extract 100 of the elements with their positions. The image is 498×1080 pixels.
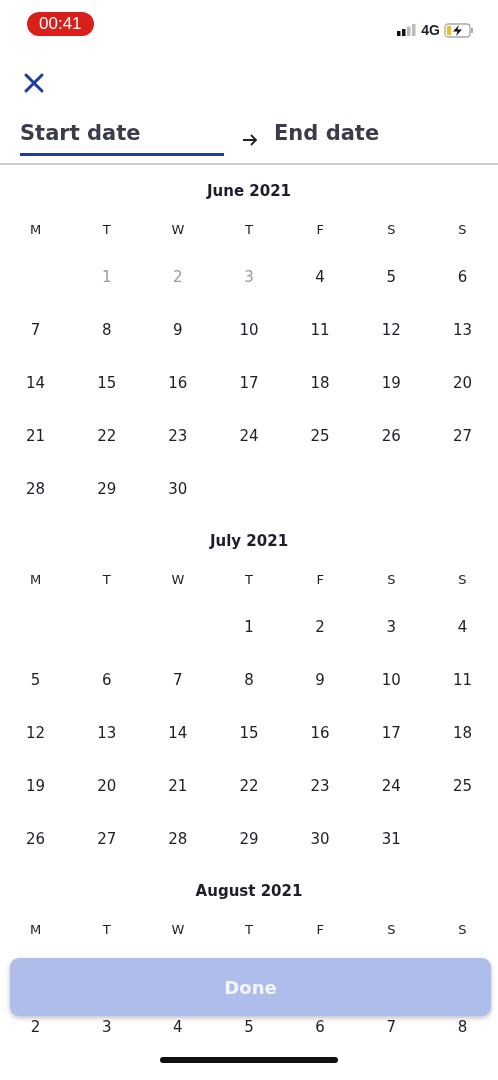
day-number[interactable]: 11 — [452, 670, 472, 689]
clock-time: 00:41 — [27, 12, 94, 36]
day-number[interactable]: 9 — [173, 320, 183, 339]
day-number[interactable]: 24 — [381, 776, 401, 795]
day-number[interactable]: 20 — [452, 373, 472, 392]
day-number[interactable]: 30 — [168, 479, 188, 498]
weekday-label: W — [171, 571, 185, 587]
day-number[interactable]: 3 — [101, 1018, 112, 1036]
day-number: 3 — [244, 267, 254, 286]
day-number[interactable]: 10 — [381, 670, 401, 689]
day-number[interactable]: 27 — [97, 829, 117, 848]
weekday-label: S — [458, 221, 467, 237]
day-number[interactable]: 18 — [452, 723, 472, 742]
weekday-label: T — [102, 921, 111, 937]
day-number[interactable]: 21 — [168, 776, 188, 795]
day-number[interactable]: 17 — [381, 723, 401, 742]
day-number[interactable]: 14 — [26, 373, 46, 392]
day-number[interactable]: 28 — [168, 829, 188, 848]
day-number[interactable]: 4 — [457, 617, 468, 636]
day-number[interactable]: 18 — [310, 373, 330, 392]
weekday-label: W — [171, 921, 185, 937]
day-number[interactable]: 5 — [30, 670, 41, 689]
day-number[interactable]: 12 — [26, 723, 46, 742]
arrow-icon — [242, 132, 258, 147]
day-number[interactable]: 6 — [315, 1018, 325, 1036]
day-number[interactable]: 29 — [97, 479, 117, 498]
day-number[interactable]: 8 — [457, 1018, 468, 1036]
weekday-label: T — [102, 571, 111, 587]
day-number[interactable]: 13 — [452, 320, 472, 339]
day-number[interactable]: 26 — [381, 426, 401, 445]
weekday-label: M — [29, 571, 42, 587]
day-number[interactable]: 4 — [173, 1018, 183, 1036]
day-number[interactable]: 31 — [381, 829, 401, 848]
weekday-label: T — [102, 221, 111, 237]
day-number[interactable]: 2 — [30, 1018, 41, 1036]
day-number[interactable]: 5 — [386, 267, 397, 286]
network-label: 4G — [421, 22, 440, 38]
day-number[interactable]: 22 — [239, 776, 259, 795]
date-tab[interactable]: End date — [274, 115, 380, 156]
day-number[interactable]: 30 — [310, 829, 330, 848]
day-number[interactable]: 17 — [239, 373, 259, 392]
day-number[interactable]: 5 — [244, 1018, 254, 1036]
weekday-label: M — [29, 921, 42, 937]
day-number[interactable]: 4 — [315, 267, 325, 286]
weekday-label: T — [245, 921, 253, 937]
day-number[interactable]: 7 — [30, 320, 41, 339]
weekday-label: S — [387, 221, 396, 237]
day-number[interactable]: 2 — [315, 617, 325, 636]
day-number[interactable]: 8 — [244, 670, 254, 689]
day-number[interactable]: 6 — [457, 267, 468, 286]
day-number[interactable]: 19 — [381, 373, 401, 392]
day-number[interactable]: 25 — [310, 426, 330, 445]
day-number[interactable]: 16 — [310, 723, 330, 742]
weekday-label: F — [316, 571, 324, 587]
day-number[interactable]: 10 — [239, 320, 259, 339]
weekday-label: M — [29, 221, 42, 237]
weekday-label: S — [387, 921, 396, 937]
close-icon — [23, 72, 45, 94]
weekday-label: T — [245, 571, 253, 587]
day-number: 2 — [173, 267, 183, 286]
weekday-label: F — [316, 921, 324, 937]
battery-charging-icon — [444, 22, 474, 38]
day-number[interactable]: 7 — [386, 1018, 397, 1036]
day-number[interactable]: 22 — [97, 426, 117, 445]
day-number[interactable]: 7 — [173, 670, 183, 689]
day-number[interactable]: 28 — [26, 479, 46, 498]
day-number[interactable]: 8 — [101, 320, 112, 339]
day-number[interactable]: 20 — [97, 776, 117, 795]
day-number[interactable]: 19 — [26, 776, 46, 795]
weekday-label: W — [171, 221, 185, 237]
month-title: August 2021 — [195, 882, 303, 900]
weekday-label: S — [458, 921, 467, 937]
day-number[interactable]: 21 — [26, 426, 46, 445]
day-number[interactable]: 25 — [452, 776, 472, 795]
day-number[interactable]: 9 — [315, 670, 325, 689]
day-number[interactable]: 15 — [239, 723, 259, 742]
month-title: June 2021 — [206, 182, 292, 200]
day-number[interactable]: 16 — [168, 373, 188, 392]
day-number[interactable]: 14 — [168, 723, 188, 742]
day-number[interactable]: 24 — [239, 426, 259, 445]
day-number[interactable]: 26 — [26, 829, 46, 848]
date-tab[interactable]: Start date — [20, 115, 224, 156]
day-number[interactable]: 11 — [310, 320, 330, 339]
day-number[interactable]: 15 — [97, 373, 117, 392]
day-number[interactable]: 13 — [97, 723, 117, 742]
day-number[interactable]: 6 — [101, 670, 112, 689]
day-number[interactable]: 29 — [239, 829, 259, 848]
weekday-label: S — [458, 571, 467, 587]
weekday-label: S — [387, 571, 396, 587]
month-title: July 2021 — [209, 532, 289, 550]
day-number[interactable]: 23 — [168, 426, 188, 445]
weekday-label: T — [245, 221, 253, 237]
weekday-label: F — [316, 221, 324, 237]
day-number[interactable]: 1 — [244, 617, 254, 636]
signal-icon — [397, 24, 418, 36]
day-number: 1 — [101, 267, 112, 286]
day-number[interactable]: 23 — [310, 776, 330, 795]
day-number[interactable]: 12 — [381, 320, 401, 339]
day-number[interactable]: 3 — [386, 617, 397, 636]
day-number[interactable]: 27 — [452, 426, 472, 445]
